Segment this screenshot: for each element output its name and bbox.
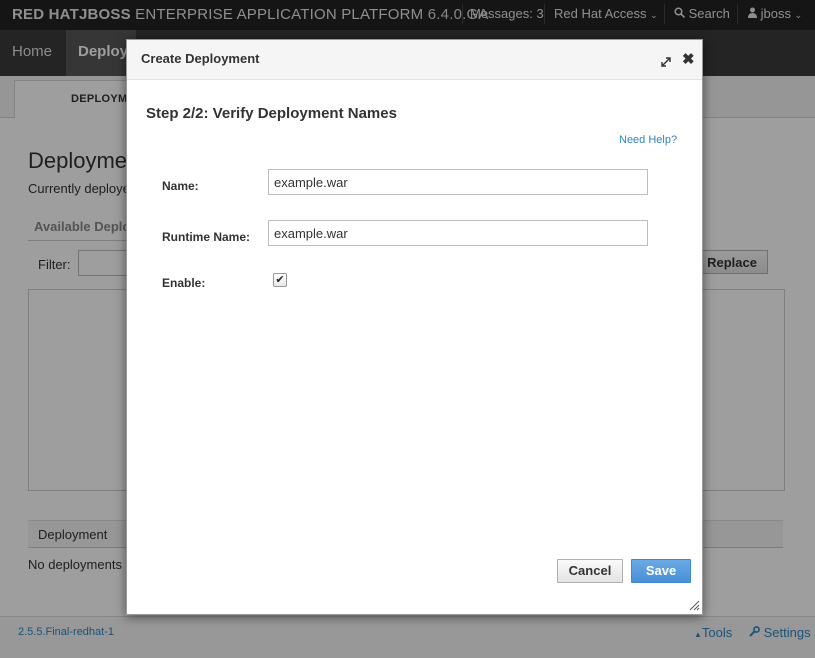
create-deployment-dialog: Create Deployment ✖ Step 2/2: Verify Dep…: [126, 39, 703, 615]
maximize-icon[interactable]: [660, 55, 672, 67]
enable-label: Enable:: [162, 276, 206, 290]
runtime-name-label: Runtime Name:: [162, 230, 251, 244]
save-button[interactable]: Save: [631, 559, 691, 583]
cancel-button[interactable]: Cancel: [557, 559, 623, 583]
runtime-name-field[interactable]: [268, 220, 648, 246]
resize-handle-icon[interactable]: [688, 598, 700, 611]
step-title: Step 2/2: Verify Deployment Names: [146, 105, 397, 122]
checkmark-icon: ✔: [275, 274, 285, 286]
name-field[interactable]: [268, 169, 648, 195]
dialog-title: Create Deployment: [141, 51, 260, 66]
dialog-header: Create Deployment ✖: [127, 40, 702, 80]
close-icon[interactable]: ✖: [682, 52, 695, 67]
name-label: Name:: [162, 179, 199, 193]
need-help-link[interactable]: Need Help?: [619, 134, 677, 146]
enable-checkbox[interactable]: ✔: [273, 273, 287, 287]
